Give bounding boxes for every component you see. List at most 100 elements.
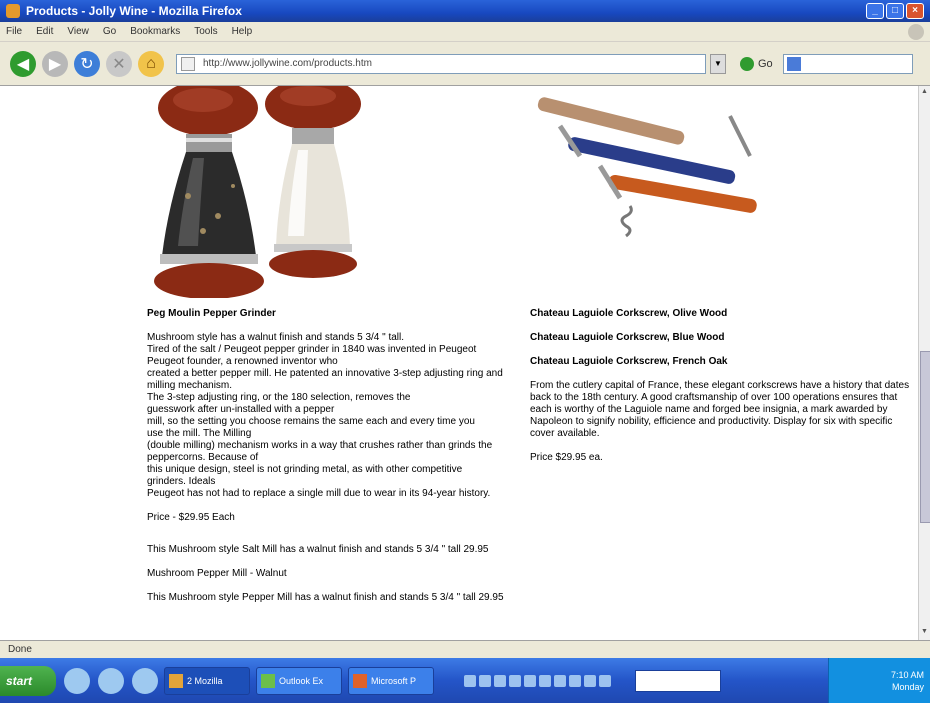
product-price: Price - $29.95 Each — [147, 512, 235, 523]
quicklaunch-ie-icon[interactable] — [64, 667, 90, 694]
go-arrow-icon — [740, 56, 754, 71]
app-icon[interactable] — [524, 674, 536, 687]
firefox-icon — [6, 4, 20, 18]
taskbar-address-input[interactable] — [635, 669, 721, 692]
forward-arrow-icon: ▶ — [48, 55, 62, 73]
back-button[interactable]: ◀ — [10, 50, 36, 77]
toolbar-icons — [464, 674, 611, 687]
description-line: guesswork after un-installed with a pepp… — [147, 404, 335, 415]
description-line: (double milling) mechanism works in a wa… — [147, 440, 493, 451]
description-line: created a better pepper mill. He patente… — [147, 368, 503, 379]
menu-tools[interactable]: Tools — [194, 26, 217, 37]
app-icon[interactable] — [509, 674, 521, 687]
taskbar-item-powerpoint[interactable]: Microsoft P — [348, 666, 434, 695]
start-button[interactable]: start — [0, 665, 56, 696]
description-line: peppercorns. Because of — [147, 452, 259, 463]
page-icon — [181, 56, 195, 71]
product-title: Peg Moulin Pepper Grinder — [147, 308, 276, 319]
taskbar-item-label: Outlook Ex — [279, 675, 324, 686]
minimize-button[interactable]: _ — [866, 3, 884, 19]
page-content: Peg Moulin Pepper Grinder Mushroom style… — [0, 86, 918, 640]
description-line: milling mechanism. — [147, 380, 233, 391]
menu-edit[interactable]: Edit — [36, 26, 53, 37]
description-line: this unique design, steel is not grindin… — [147, 464, 463, 475]
description-line: grinders. Ideals — [147, 476, 216, 487]
description-line: use the mill. The Milling — [147, 428, 252, 439]
taskbar-item-label: 2 Mozilla — [187, 675, 223, 686]
description-line: mill, so the setting you choose remains … — [147, 416, 475, 427]
url-dropdown-button[interactable]: ▼ — [710, 53, 726, 74]
scrollbar-thumb[interactable] — [920, 351, 930, 523]
taskbar: start 2 Mozilla Outlook Ex Microsoft P 7… — [0, 658, 930, 703]
product-price: Price $29.95 ea. — [530, 452, 603, 463]
app-icon[interactable] — [479, 674, 491, 687]
product-title: Chateau Laguiole Corkscrew, Olive Wood — [530, 308, 728, 319]
url-bar[interactable] — [176, 53, 706, 74]
pepper-mill-description: This Mushroom style Pepper Mill has a wa… — [147, 592, 504, 603]
app-icon[interactable] — [539, 674, 551, 687]
back-arrow-icon: ◀ — [16, 55, 30, 73]
pepper-mill-title: Mushroom Pepper Mill - Walnut — [147, 568, 287, 579]
status-bar: Done — [0, 640, 930, 658]
outlook-icon — [261, 673, 275, 688]
app-icon[interactable] — [599, 674, 611, 687]
menu-file[interactable]: File — [6, 26, 22, 37]
menu-help[interactable]: Help — [232, 26, 253, 37]
vertical-scrollbar[interactable]: ▲ ▼ — [918, 86, 930, 640]
description-line: Peugeot founder, a renowned inventor who — [147, 356, 338, 367]
clock-time: 7:10 AM — [890, 669, 924, 680]
taskbar-item-label: Microsoft P — [371, 675, 417, 686]
pepper-grinder-details: Peg Moulin Pepper Grinder Mushroom style… — [147, 308, 517, 616]
product-description: From the cutlery capital of France, thes… — [530, 380, 910, 439]
menu-view[interactable]: View — [67, 26, 89, 37]
description-line: Tired of the salt / Peugeot pepper grind… — [147, 344, 477, 355]
product-title: Chateau Laguiole Corkscrew, Blue Wood — [530, 332, 725, 343]
description-line: The 3-step adjusting ring, or the 180 se… — [147, 392, 411, 403]
product-title: Chateau Laguiole Corkscrew, French Oak — [530, 356, 728, 367]
firefox-icon — [169, 673, 183, 688]
app-icon[interactable] — [494, 674, 506, 687]
clock[interactable]: 7:10 AM Monday — [891, 669, 924, 693]
scroll-up-icon[interactable]: ▲ — [920, 88, 929, 98]
throbber-icon — [908, 24, 924, 40]
menu-bar: File Edit View Go Bookmarks Tools Help — [0, 22, 930, 42]
reload-icon: ↻ — [80, 55, 94, 73]
clock-day: Monday — [891, 681, 924, 692]
home-button[interactable]: ⌂ — [138, 50, 164, 77]
forward-button[interactable]: ▶ — [42, 50, 68, 77]
stop-icon: ✕ — [112, 55, 126, 73]
reload-button[interactable]: ↻ — [74, 50, 100, 77]
quicklaunch-desktop-icon[interactable] — [132, 667, 158, 694]
quicklaunch-messenger-icon[interactable] — [98, 667, 124, 694]
salt-mill-description: This Mushroom style Salt Mill has a waln… — [147, 544, 489, 555]
search-box[interactable] — [782, 53, 913, 74]
corkscrew-details: Chateau Laguiole Corkscrew, Olive Wood C… — [530, 308, 910, 476]
window-title: Products - Jolly Wine - Mozilla Firefox — [26, 4, 242, 18]
close-button[interactable]: × — [906, 3, 924, 19]
app-icon[interactable] — [464, 674, 476, 687]
app-icon[interactable] — [584, 674, 596, 687]
pepper-grinder-image — [154, 86, 361, 298]
window-titlebar: Products - Jolly Wine - Mozilla Firefox … — [0, 0, 930, 22]
taskbar-item-mozilla[interactable]: 2 Mozilla — [164, 666, 250, 695]
powerpoint-icon — [353, 673, 367, 688]
go-label: Go — [758, 57, 773, 70]
description-line: Mushroom style has a walnut finish and s… — [147, 332, 405, 343]
app-icon[interactable] — [554, 674, 566, 687]
system-tray: 7:10 AM Monday — [828, 658, 930, 703]
window-controls: _ □ × — [866, 3, 924, 19]
description-line: Peugeot has not had to replace a single … — [147, 488, 491, 499]
product-description: Mushroom style has a walnut finish and s… — [147, 332, 517, 500]
url-input[interactable] — [201, 57, 685, 70]
maximize-button[interactable]: □ — [886, 3, 904, 19]
home-icon: ⌂ — [146, 54, 156, 72]
navigation-toolbar: ◀ ▶ ↻ ✕ ⌂ ▼ Go — [0, 42, 930, 86]
go-button[interactable]: Go — [740, 56, 773, 71]
app-icon[interactable] — [569, 674, 581, 687]
taskbar-item-outlook[interactable]: Outlook Ex — [256, 666, 342, 695]
scroll-down-icon[interactable]: ▼ — [920, 628, 929, 638]
menu-go[interactable]: Go — [103, 26, 116, 37]
chevron-down-icon: ▼ — [714, 58, 722, 68]
stop-button[interactable]: ✕ — [106, 50, 132, 77]
menu-bookmarks[interactable]: Bookmarks — [130, 26, 180, 37]
